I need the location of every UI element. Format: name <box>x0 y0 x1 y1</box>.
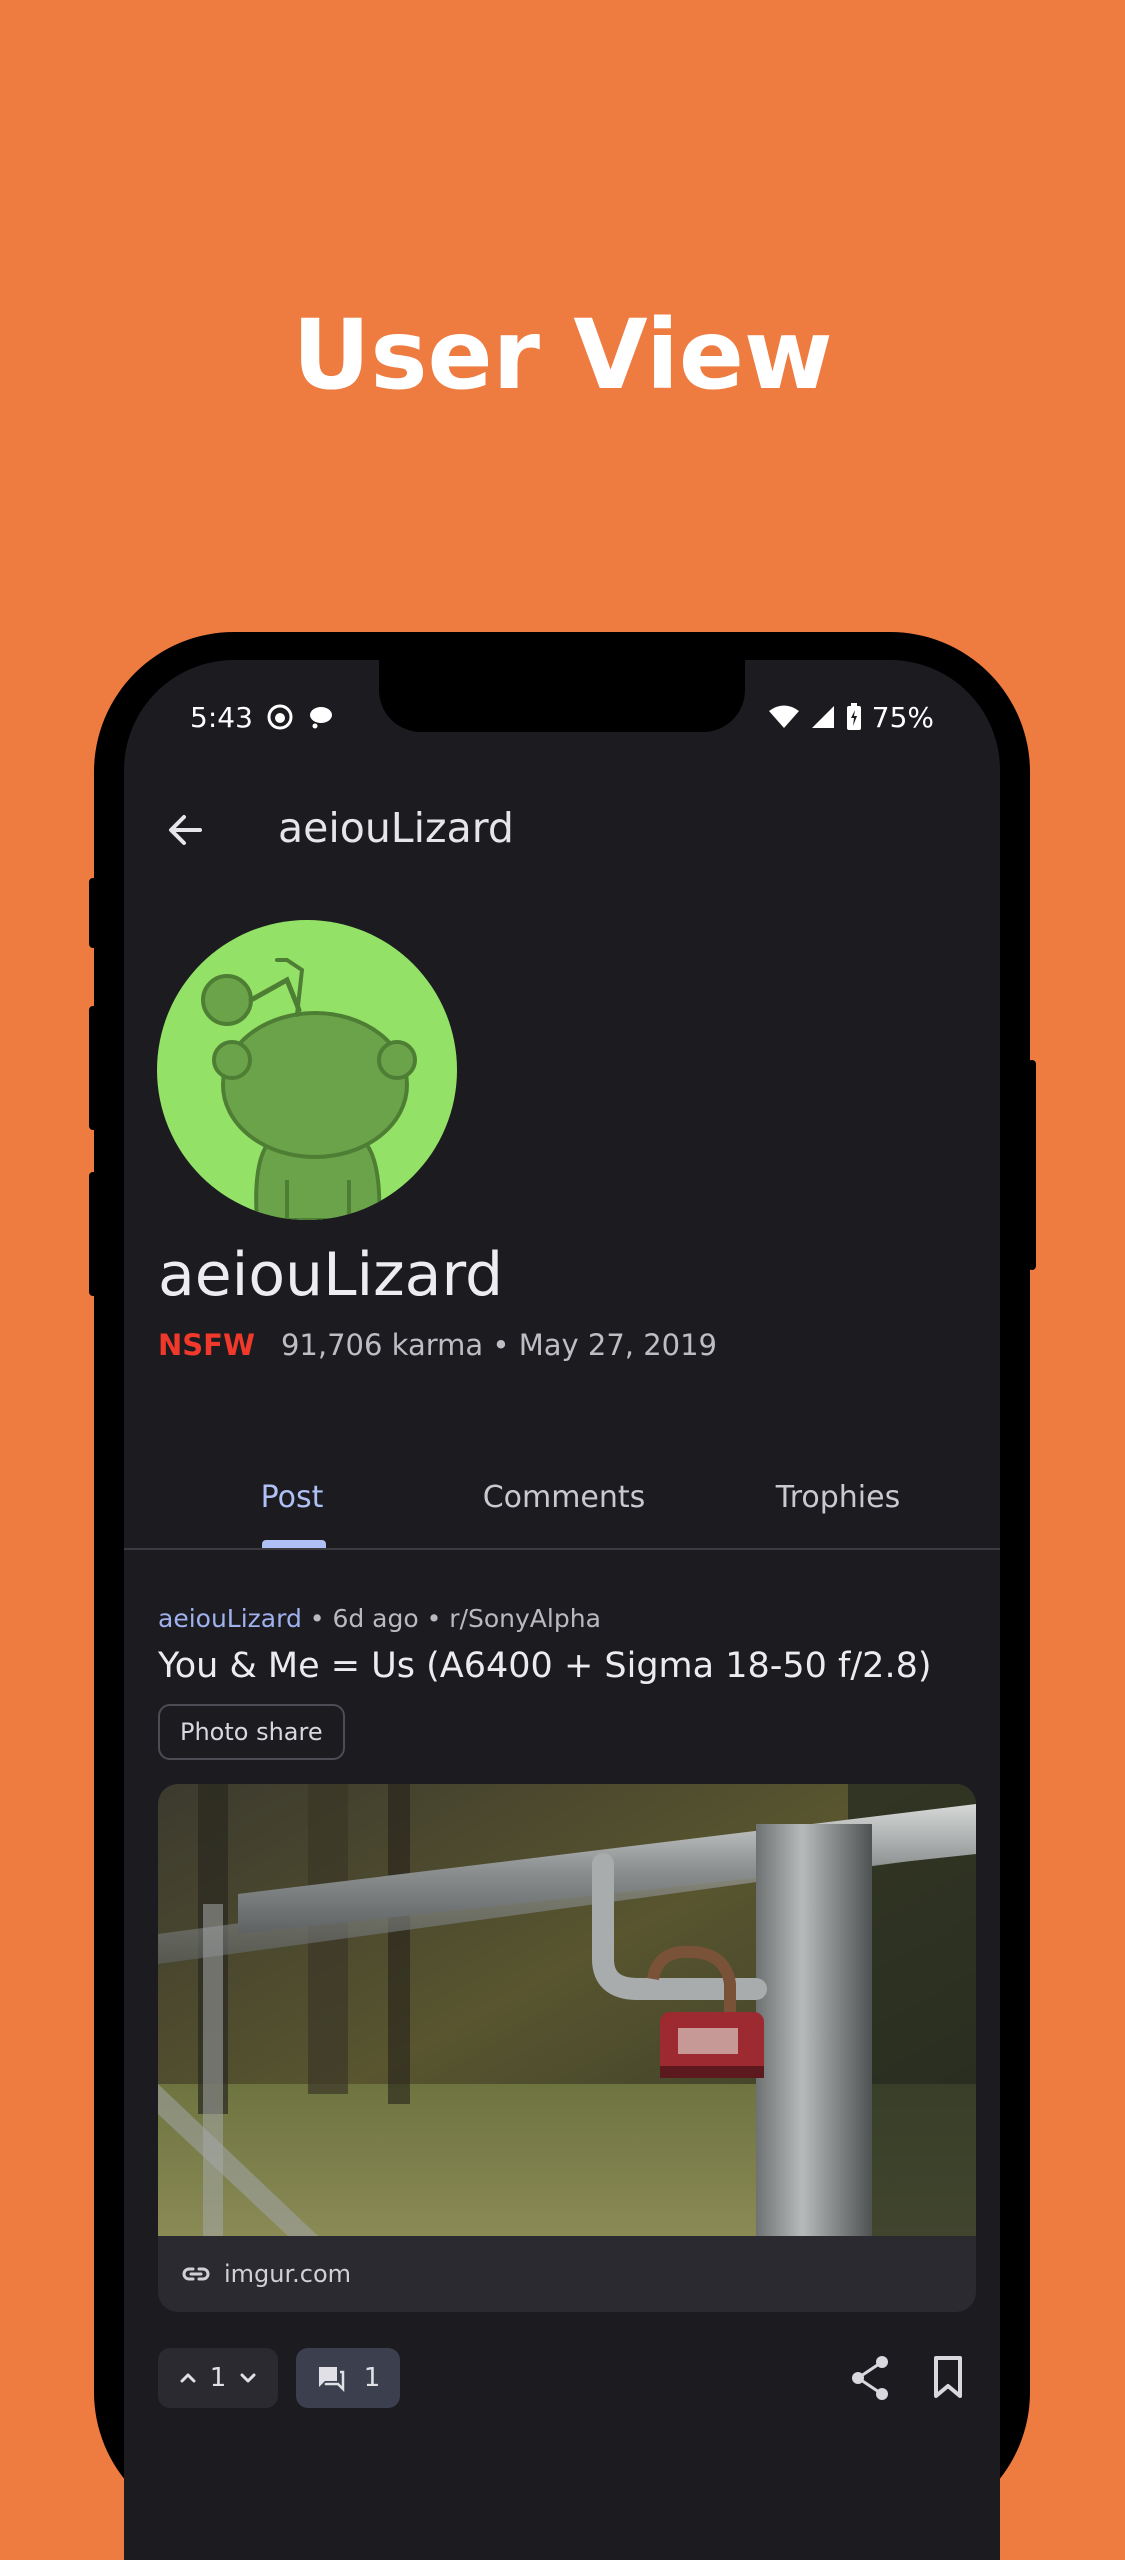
profile-tabs: Post Comments Trophies <box>124 1460 1000 1550</box>
share-icon[interactable] <box>848 2354 892 2402</box>
phone-button <box>1028 1060 1036 1270</box>
tab-trophies[interactable]: Trophies <box>748 1480 928 1515</box>
comment-count: 1 <box>363 2363 381 2393</box>
app-notification-icon <box>267 704 293 730</box>
comment-icon <box>318 2367 344 2392</box>
post-time-subreddit: • 6d ago • r/SonyAlpha <box>301 1604 601 1633</box>
post-title[interactable]: You & Me = Us (A6400 + Sigma 18-50 f/2.8… <box>158 1646 932 1686</box>
battery-percent: 75% <box>871 700 934 734</box>
avatar[interactable] <box>157 920 457 1220</box>
post-image[interactable] <box>158 1784 976 2236</box>
marketing-headline: User View <box>292 299 833 411</box>
status-bar-left: 5:43 <box>190 692 335 742</box>
active-tab-indicator <box>262 1540 326 1548</box>
upvote-icon[interactable] <box>178 2368 198 2388</box>
status-bar-right: 75% <box>768 692 934 742</box>
page-title: aeiouLizard <box>278 804 514 852</box>
phone-button <box>89 1006 97 1130</box>
phone-button <box>89 1172 97 1296</box>
post-actions: 1 1 <box>158 2348 976 2410</box>
app-bar: aeiouLizard <box>124 780 1000 880</box>
chat-notification-icon <box>309 707 332 729</box>
back-arrow-icon[interactable] <box>164 808 208 852</box>
phone-button <box>89 878 97 948</box>
comments-button[interactable]: 1 <box>296 2348 400 2408</box>
wifi-icon <box>768 705 799 728</box>
battery-icon <box>846 703 861 730</box>
vote-control: 1 <box>158 2348 278 2408</box>
tab-post[interactable]: Post <box>222 1480 362 1515</box>
vote-score: 1 <box>209 2363 227 2393</box>
nsfw-badge: NSFW <box>158 1328 255 1362</box>
post-flair: Photo share <box>158 1704 345 1760</box>
tab-comments[interactable]: Comments <box>474 1480 654 1515</box>
padlock-photo <box>158 1784 976 2236</box>
post-link-bar[interactable]: imgur.com <box>158 2236 976 2312</box>
downvote-icon[interactable] <box>238 2368 258 2388</box>
post-meta: aeiouLizard • 6d ago • r/SonyAlpha <box>158 1604 601 1633</box>
signal-icon <box>811 706 834 728</box>
snoo-avatar-icon <box>201 958 417 1220</box>
link-icon <box>182 2267 210 2281</box>
post-author[interactable]: aeiouLizard <box>158 1604 302 1633</box>
profile-username: aeiouLizard <box>158 1240 504 1310</box>
bookmark-icon[interactable] <box>928 2354 968 2402</box>
app-screen: 5:43 75% aeiouLizard aeiouLizard NSFW 91… <box>124 660 1000 2560</box>
link-domain: imgur.com <box>224 2260 352 2288</box>
profile-meta: NSFW 91,706 karma • May 27, 2019 <box>158 1328 717 1362</box>
karma-and-join-date: 91,706 karma • May 27, 2019 <box>280 1328 718 1362</box>
camera-notch <box>379 660 745 732</box>
status-time: 5:43 <box>190 700 253 734</box>
